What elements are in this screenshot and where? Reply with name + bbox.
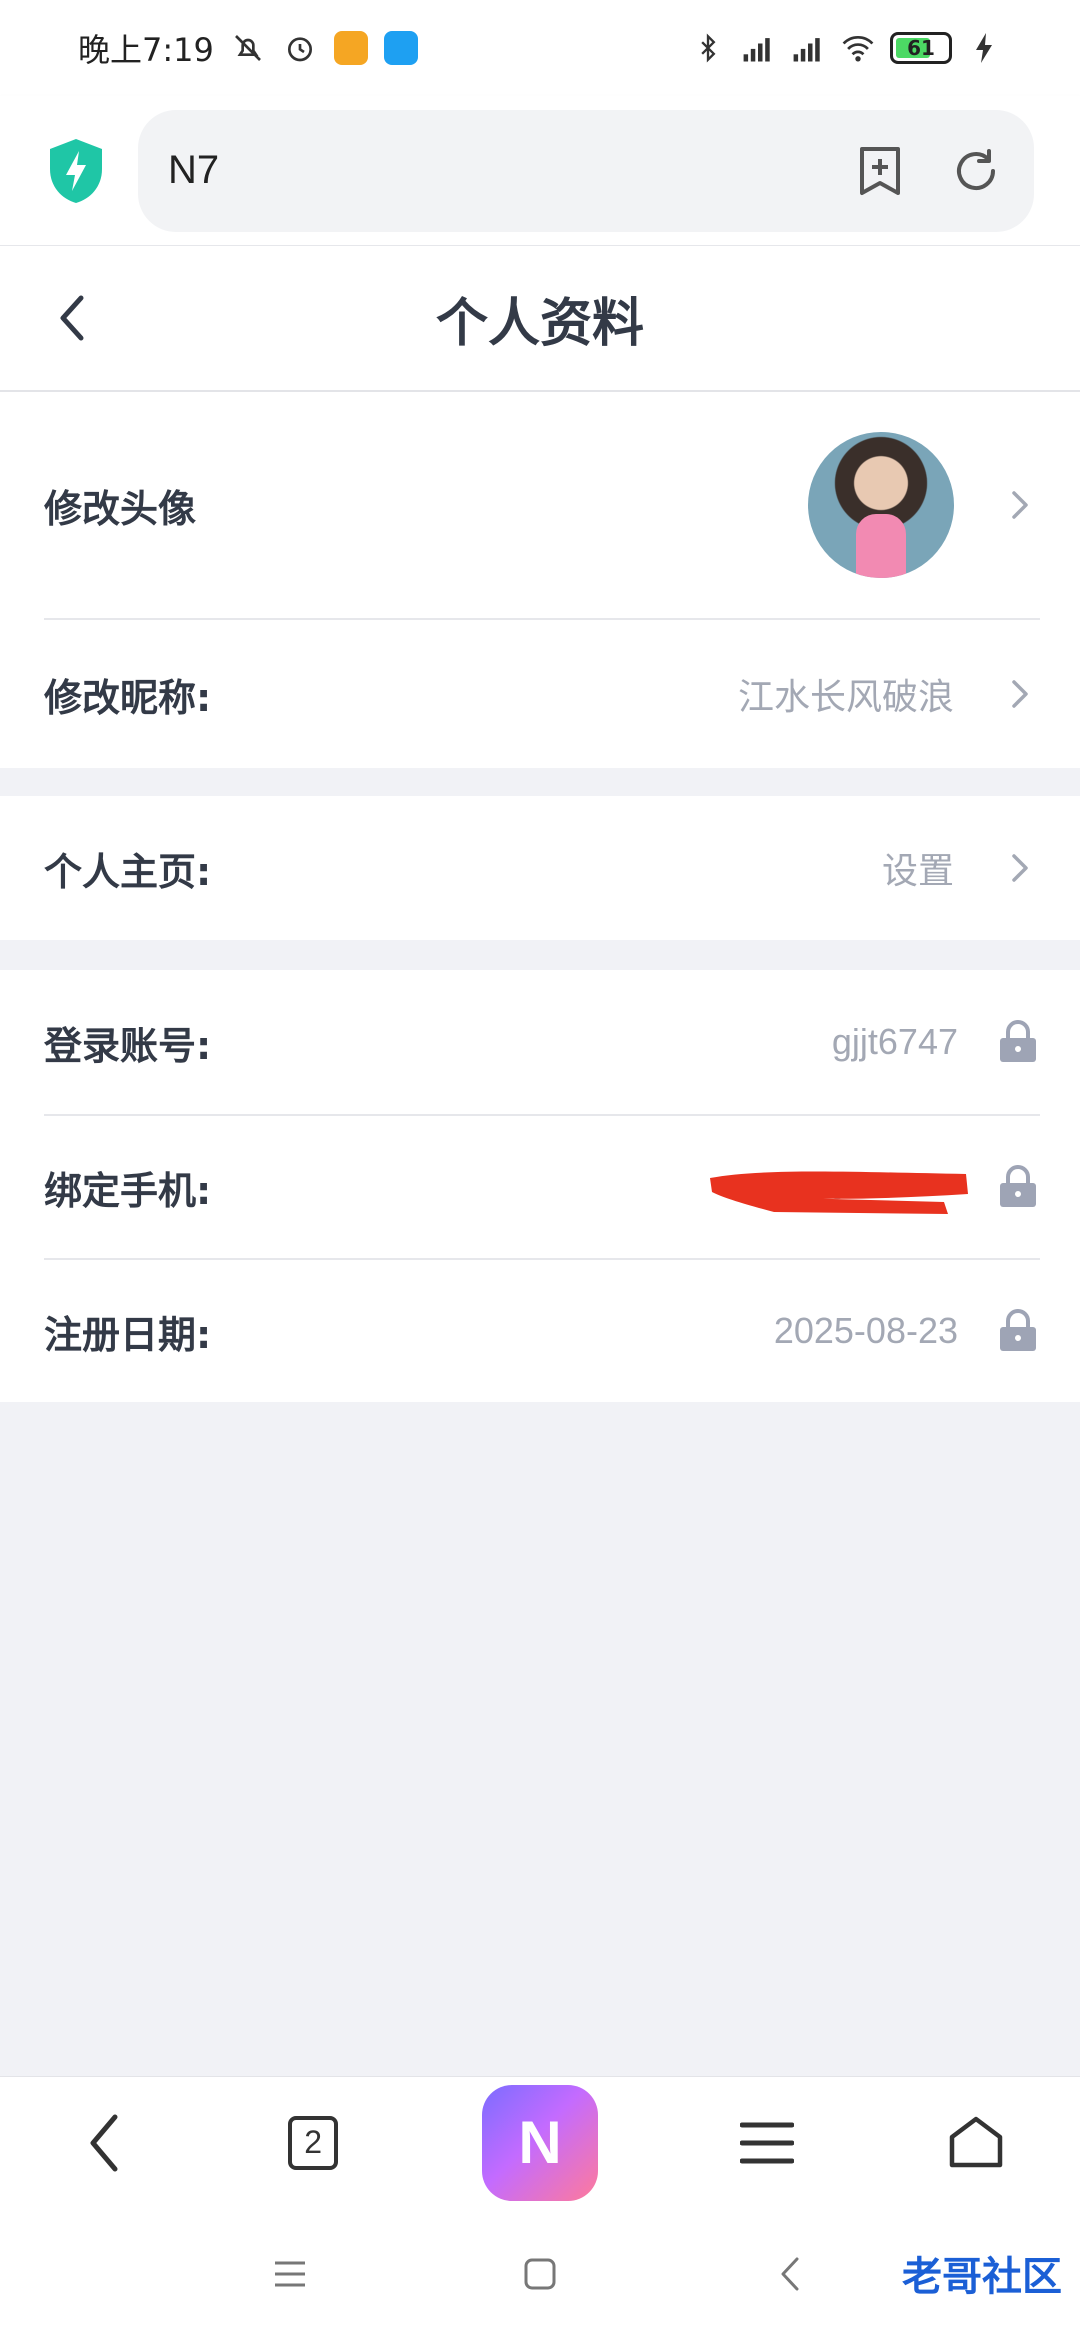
browser-toolbar: N7 — [0, 96, 1080, 246]
hello-app-icon — [383, 31, 418, 65]
bound-phone-row: 绑定手机: 199 — [44, 1114, 1040, 1258]
battery-icon: 61 — [890, 32, 952, 64]
nickname-value: 江水长风破浪 — [737, 676, 954, 717]
redaction-mark — [710, 1171, 968, 1214]
avatar[interactable] — [808, 432, 954, 578]
avatar-label: 修改头像 — [44, 486, 197, 531]
page-header: 个人资料 — [0, 246, 1080, 392]
tabs-count: 2 — [288, 2115, 339, 2170]
mute-bell-icon — [230, 30, 266, 66]
browser-bottom-nav: 2 N — [0, 2076, 1080, 2208]
bookmark-add-icon[interactable] — [852, 143, 908, 199]
account-label: 登录账号: — [44, 1023, 212, 1068]
hd-signal-icon — [740, 30, 776, 66]
url-bar[interactable]: N7 — [138, 109, 1034, 232]
back-system-icon[interactable] — [765, 2249, 815, 2299]
status-bar: 晚上7:19 61 — [0, 0, 1080, 96]
notes-app-icon — [333, 31, 368, 65]
lock-icon — [996, 1019, 1040, 1065]
change-nickname-row[interactable]: 修改昵称: 江水长风破浪 — [44, 618, 1040, 768]
homepage-label: 个人主页: — [44, 849, 212, 894]
bluetooth-icon — [690, 30, 726, 66]
lock-icon — [996, 1164, 1040, 1210]
nav-back-icon[interactable] — [64, 2103, 144, 2183]
phone-label: 绑定手机: — [44, 1168, 212, 1213]
account-section: 登录账号: gjjt6747 绑定手机: 199 注册日期: 2025-08-2… — [0, 970, 1080, 1402]
chevron-right-icon — [1000, 674, 1040, 714]
tabs-button[interactable]: 2 — [273, 2103, 353, 2183]
status-time: 晚上7:19 — [78, 31, 214, 69]
battery-level: 61 — [907, 36, 935, 60]
homepage-value: 设置 — [881, 850, 954, 891]
register-label: 注册日期: — [44, 1312, 212, 1357]
login-account-row: 登录账号: gjjt6747 — [44, 970, 1040, 1114]
brand-letter: N — [518, 2109, 562, 2176]
brand-app-button[interactable]: N — [481, 2084, 598, 2201]
profile-basic-section: 修改头像 修改昵称: 江水长风破浪 — [0, 392, 1080, 768]
shield-icon[interactable] — [46, 137, 106, 205]
change-avatar-row[interactable]: 修改头像 — [44, 392, 1040, 618]
url-text[interactable]: N7 — [168, 148, 219, 193]
back-arrow-icon[interactable] — [44, 290, 100, 346]
account-value: gjjt6747 — [831, 1021, 958, 1062]
watermark-logo: 老哥社区 — [902, 2254, 1062, 2300]
homepage-section: 个人主页: 设置 — [0, 796, 1080, 940]
hd-signal-icon — [790, 30, 826, 66]
chevron-right-icon — [1000, 485, 1040, 525]
charging-icon — [966, 30, 1002, 66]
home-icon[interactable] — [936, 2103, 1016, 2183]
chevron-right-icon — [1000, 848, 1040, 888]
homepage-row[interactable]: 个人主页: 设置 — [44, 796, 1040, 940]
nickname-label: 修改昵称: — [44, 675, 212, 720]
alarm-icon — [282, 30, 318, 66]
register-value: 2025-08-23 — [773, 1310, 958, 1351]
recents-icon[interactable] — [265, 2249, 315, 2299]
register-date-row: 注册日期: 2025-08-23 — [44, 1258, 1040, 1402]
lock-icon — [996, 1308, 1040, 1354]
page-title: 个人资料 — [435, 293, 644, 354]
wifi-icon — [840, 30, 876, 66]
home-system-icon[interactable] — [515, 2249, 565, 2299]
menu-icon[interactable] — [727, 2103, 807, 2183]
refresh-icon[interactable] — [948, 143, 1004, 199]
